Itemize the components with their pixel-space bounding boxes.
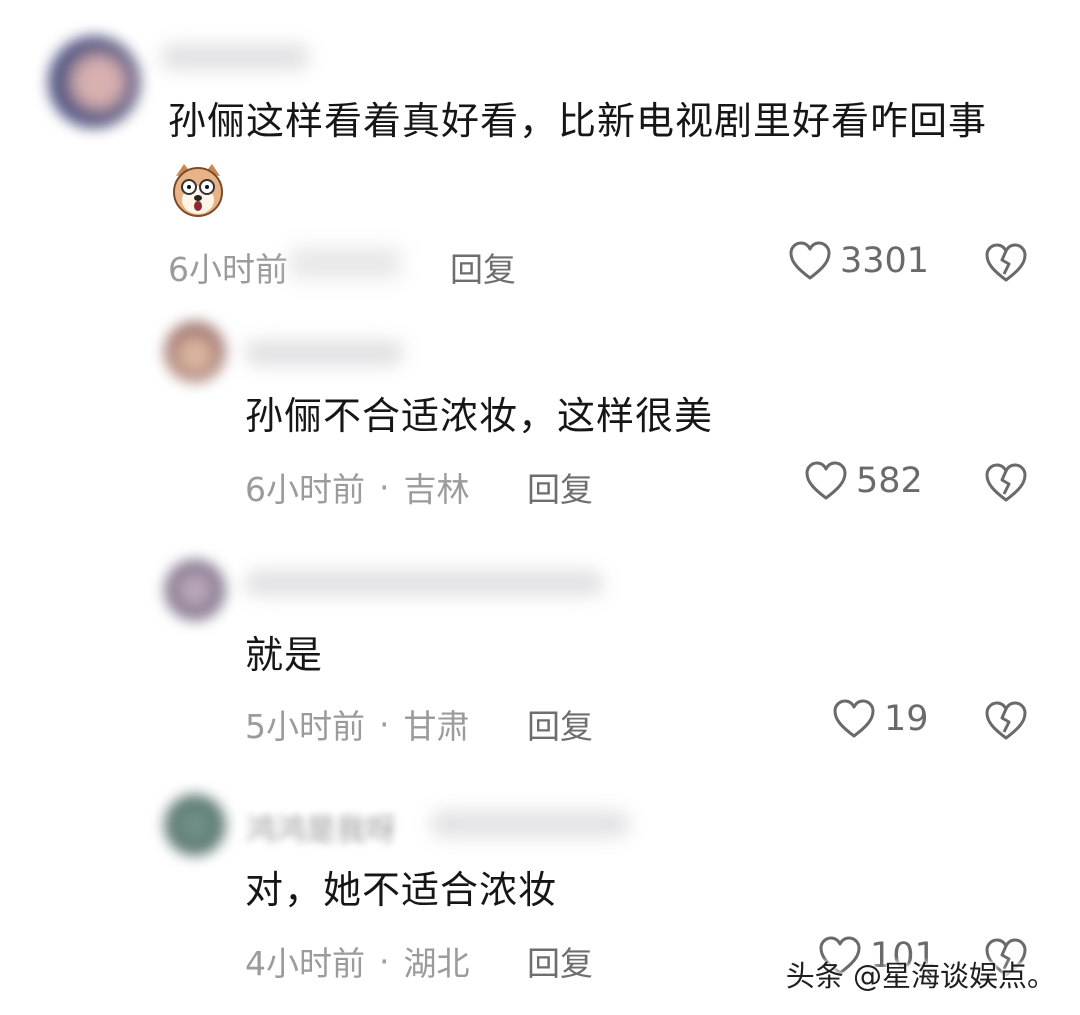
shocked-dog-emoji-icon	[168, 160, 228, 224]
avatar[interactable]	[165, 560, 225, 620]
comment-meta: 6小时前	[168, 243, 288, 291]
broken-heart-icon	[984, 242, 1028, 284]
like-count: 3301	[840, 241, 930, 281]
timestamp: 6小时前	[168, 250, 288, 289]
like-count: 19	[884, 699, 929, 739]
location: 湖北	[403, 944, 470, 983]
username-blurred-tail	[430, 811, 630, 837]
timestamp: 5小时前	[245, 707, 365, 746]
separator: ·	[379, 704, 390, 744]
avatar[interactable]	[165, 322, 225, 382]
broken-heart-icon	[984, 462, 1028, 504]
comment-text: 就是	[245, 633, 324, 677]
location: 吉林	[403, 470, 470, 509]
comment-text: 孙俪不合适浓妆，这样很美	[245, 394, 714, 438]
like-button[interactable]: 19	[832, 698, 929, 740]
timestamp: 4小时前	[245, 944, 365, 983]
reply-button[interactable]: 回复	[527, 700, 593, 748]
heart-outline-icon	[832, 698, 876, 740]
timestamp: 6小时前	[245, 470, 365, 509]
comment-meta: 6小时前 · 吉林	[245, 463, 470, 511]
comment-2: 孙俪不合适浓妆，这样很美 6小时前 · 吉林 回复 582	[0, 300, 1080, 530]
username-blurred[interactable]	[244, 340, 404, 366]
watermark: 头条 @星海谈娱点。	[785, 959, 1056, 993]
separator: ·	[379, 467, 390, 507]
heart-outline-icon	[788, 240, 832, 282]
reply-button[interactable]: 回复	[527, 463, 593, 511]
location: 甘肃	[403, 707, 470, 746]
dislike-button[interactable]	[984, 700, 1028, 742]
reply-button[interactable]: 回复	[527, 937, 593, 985]
avatar[interactable]	[48, 36, 140, 128]
separator: ·	[379, 941, 390, 981]
reply-button[interactable]: 回复	[450, 243, 516, 291]
comment-text: 对，她不适合浓妆	[245, 868, 558, 912]
avatar[interactable]	[165, 795, 225, 855]
comment-meta: 5小时前 · 甘肃	[245, 700, 470, 748]
comment-3: 就是 5小时前 · 甘肃 回复 19	[0, 540, 1080, 770]
dislike-button[interactable]	[984, 242, 1028, 284]
dislike-button[interactable]	[984, 462, 1028, 504]
heart-outline-icon	[804, 460, 848, 502]
comment-meta: 4小时前 · 湖北	[245, 937, 470, 985]
like-button[interactable]: 3301	[788, 240, 929, 282]
like-button[interactable]: 582	[804, 460, 923, 502]
username-blurred[interactable]: 鸿鸿是我呀	[246, 805, 396, 849]
comment-text: 孙俪这样看着真好看，比新电视剧里好看咋回事	[168, 99, 988, 143]
username-blurred[interactable]	[160, 44, 310, 70]
location-blurred	[290, 248, 400, 278]
username-blurred[interactable]	[244, 570, 604, 596]
like-count: 582	[856, 461, 923, 501]
broken-heart-icon	[984, 700, 1028, 742]
comment-1: 孙俪这样看着真好看，比新电视剧里好看咋回事 6小时前 回复 3301	[0, 0, 1080, 300]
